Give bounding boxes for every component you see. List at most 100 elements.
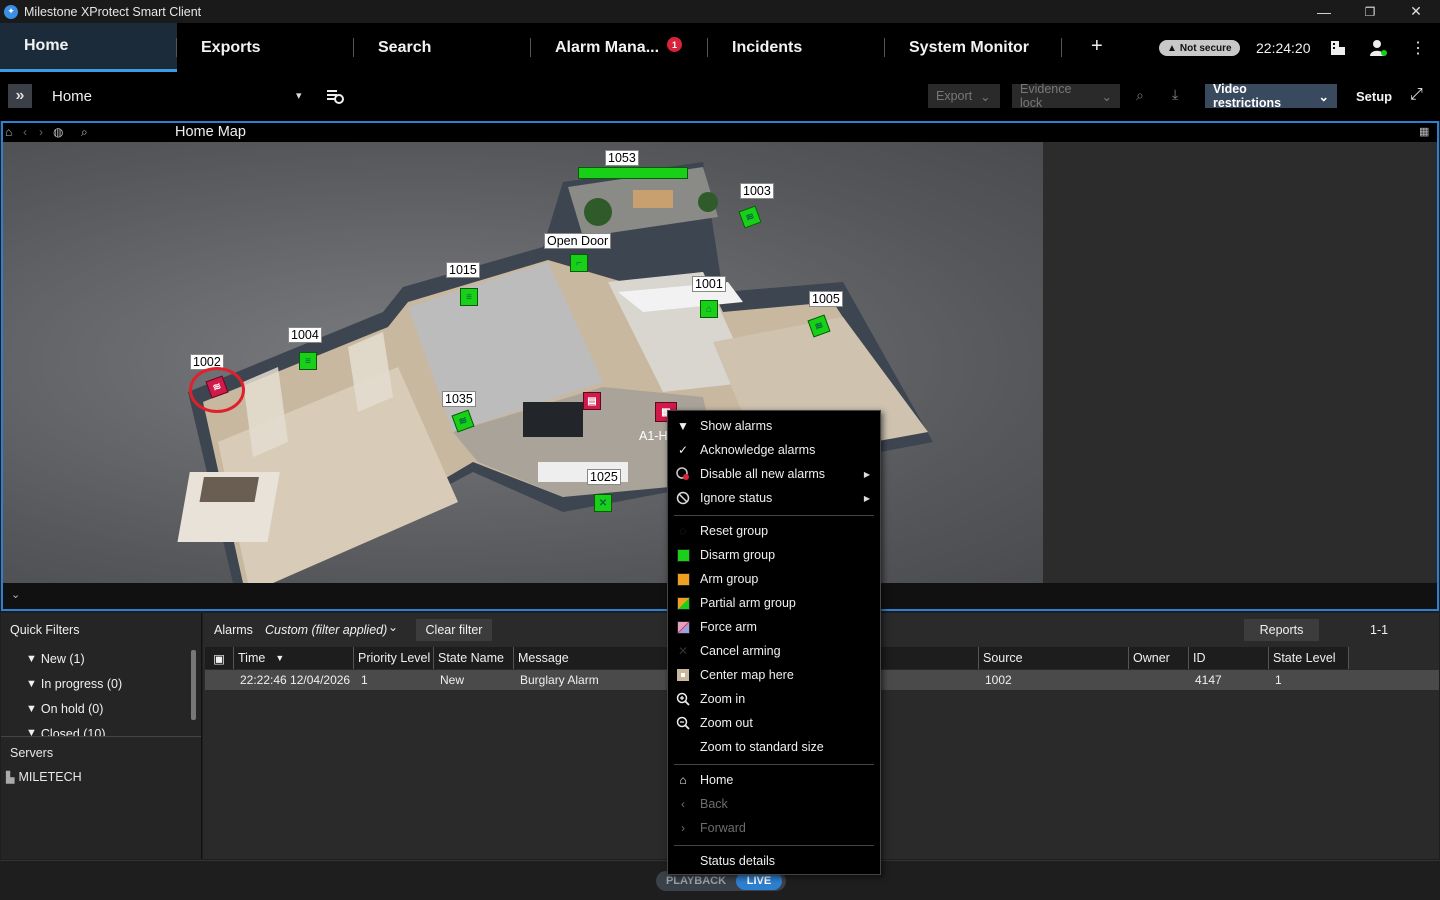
- label-1005: 1005: [809, 291, 843, 307]
- chevron-down-icon: ⌄: [980, 89, 991, 104]
- evidence-lock-label: Evidence lock: [1020, 82, 1072, 110]
- export-button[interactable]: Export ⌄: [928, 84, 1000, 108]
- column-time[interactable]: Time ▼: [234, 647, 354, 669]
- tab-home[interactable]: Home: [0, 23, 177, 72]
- menu-reset-group[interactable]: ◌ Reset group: [668, 519, 880, 543]
- menu-acknowledge-alarms[interactable]: ✓ Acknowledge alarms: [668, 438, 880, 462]
- tab-system-monitor[interactable]: System Monitor: [885, 23, 1062, 72]
- column-priority[interactable]: Priority Level: [354, 647, 434, 669]
- reports-button[interactable]: Reports: [1244, 619, 1319, 641]
- filter-label: Closed (10): [40, 727, 106, 736]
- quick-filters-title: Quick Filters: [10, 623, 80, 637]
- home-icon[interactable]: ⌂: [5, 125, 12, 139]
- funnel-icon: ▼: [26, 703, 37, 715]
- menu-arm-group[interactable]: Arm group: [668, 567, 880, 591]
- evidence-lock-button[interactable]: Evidence lock ⌄: [1012, 82, 1120, 110]
- filter-on-hold[interactable]: ▼ On hold (0): [26, 702, 103, 716]
- menu-ignore-status[interactable]: Ignore status ▶: [668, 486, 880, 510]
- grid-view-icon[interactable]: ▦: [1419, 125, 1429, 138]
- chevron-down-icon[interactable]: ⌄: [388, 620, 398, 634]
- menu-disable-new-alarms[interactable]: Disable all new alarms ▶: [668, 462, 880, 486]
- menu-force-arm[interactable]: Force arm: [668, 615, 880, 639]
- restore-button[interactable]: ❐: [1347, 0, 1393, 23]
- close-button[interactable]: ✕: [1393, 0, 1439, 23]
- setup-button[interactable]: Setup: [1356, 89, 1392, 104]
- menu-label: Cancel arming: [700, 644, 781, 658]
- sensor-1015-icon[interactable]: ≡: [460, 288, 478, 306]
- more-options-icon[interactable]: ⋮: [1408, 38, 1428, 58]
- filter-closed[interactable]: ▼ Closed (10): [26, 727, 106, 736]
- expand-panel-button[interactable]: »: [8, 84, 32, 108]
- column-owner[interactable]: Owner: [1129, 647, 1189, 669]
- menu-zoom-out[interactable]: Zoom out: [668, 711, 880, 735]
- tab-alarm-manager[interactable]: Alarm Mana... 1: [531, 23, 708, 72]
- disable-alarm-icon: [676, 467, 690, 481]
- user-icon[interactable]: [1368, 38, 1388, 58]
- filter-label: On hold (0): [40, 702, 104, 716]
- back-icon[interactable]: ‹: [23, 125, 27, 139]
- quick-filters-scrollbar[interactable]: [191, 650, 196, 720]
- view-name[interactable]: Home: [52, 88, 92, 105]
- column-source[interactable]: Source: [979, 647, 1129, 669]
- menu-forward[interactable]: › Forward: [668, 816, 880, 840]
- tab-exports[interactable]: Exports: [177, 23, 354, 72]
- menu-cancel-arming[interactable]: ✕ Cancel arming: [668, 639, 880, 663]
- view-settings-icon[interactable]: [326, 87, 346, 105]
- sensor-1001-icon[interactable]: ⌂: [700, 300, 718, 318]
- globe-icon[interactable]: ◍: [53, 125, 63, 139]
- add-tab-button[interactable]: +: [1091, 35, 1103, 58]
- column-id[interactable]: ID: [1189, 647, 1269, 669]
- menu-center-map[interactable]: Center map here: [668, 663, 880, 687]
- menu-separator: [674, 764, 874, 765]
- sensor-1053-strip[interactable]: [578, 167, 688, 179]
- filter-label: New (1): [40, 652, 85, 666]
- video-restrictions-button[interactable]: Video restrictions ⌄: [1205, 82, 1337, 110]
- sensor-1025-icon[interactable]: ✕: [594, 494, 612, 512]
- filter-in-progress[interactable]: ▼ In progress (0): [26, 677, 122, 691]
- tab-label: Alarm Mana...: [555, 38, 660, 56]
- menu-status-details[interactable]: Status details: [668, 849, 880, 873]
- partial-swatch-icon: [676, 596, 690, 610]
- menu-show-alarms[interactable]: ▼ Show alarms: [668, 414, 880, 438]
- menu-label: Zoom to standard size: [700, 740, 824, 754]
- menu-label: Arm group: [700, 572, 759, 586]
- menu-separator: [674, 515, 874, 516]
- cell-message: Burglary Alarm: [520, 673, 599, 687]
- search-recording-icon[interactable]: ⌕: [1136, 87, 1144, 104]
- sensor-red-icon[interactable]: ▤: [583, 392, 601, 410]
- cell-priority: 1: [361, 673, 368, 687]
- menu-back[interactable]: ‹ Back: [668, 792, 880, 816]
- menu-partial-arm-group[interactable]: Partial arm group: [668, 591, 880, 615]
- menu-label: Partial arm group: [700, 596, 796, 610]
- door-sensor-icon[interactable]: ⌐: [570, 254, 588, 272]
- forward-icon[interactable]: ›: [39, 125, 43, 139]
- page-indicator: 1-1: [1370, 623, 1389, 637]
- fullscreen-icon[interactable]: ⤢: [1410, 86, 1423, 104]
- column-label: Time: [238, 651, 266, 665]
- map-canvas[interactable]: 1053 1003 ≋ Open Door ⌐ 1015 ≡ 1001 ⌂ 10…: [3, 142, 1043, 583]
- zoom-out-icon: [676, 716, 690, 730]
- menu-disarm-group[interactable]: Disarm group: [668, 543, 880, 567]
- server-item[interactable]: ▙ MILETECH: [6, 770, 82, 784]
- collapse-chevron-icon[interactable]: ⌄: [11, 588, 20, 601]
- menu-zoom-standard[interactable]: Zoom to standard size: [668, 735, 880, 759]
- not-secure-badge[interactable]: ▲ Not secure: [1159, 40, 1240, 56]
- clear-filter-button[interactable]: Clear filter: [416, 619, 492, 641]
- column-state-name[interactable]: State Name: [434, 647, 514, 669]
- sensor-1004-icon[interactable]: ≡: [299, 352, 317, 370]
- menu-zoom-in[interactable]: Zoom in: [668, 687, 880, 711]
- tab-incidents[interactable]: Incidents: [708, 23, 885, 72]
- filter-new[interactable]: ▼ New (1): [26, 652, 85, 666]
- server-icon: ▙: [6, 771, 15, 784]
- download-icon[interactable]: ⤓: [1172, 86, 1178, 103]
- search-icon[interactable]: ⌕: [81, 125, 88, 140]
- label-1003: 1003: [740, 183, 774, 199]
- building-icon[interactable]: [1328, 38, 1348, 58]
- column-state-level[interactable]: State Level: [1269, 647, 1349, 669]
- image-column-icon[interactable]: ▣: [205, 647, 234, 669]
- chevron-down-icon[interactable]: ▾: [296, 89, 302, 102]
- tab-search[interactable]: Search: [354, 23, 531, 72]
- playback-mode[interactable]: PLAYBACK: [656, 875, 736, 887]
- minimize-button[interactable]: —: [1301, 0, 1347, 23]
- menu-home[interactable]: ⌂ Home: [668, 768, 880, 792]
